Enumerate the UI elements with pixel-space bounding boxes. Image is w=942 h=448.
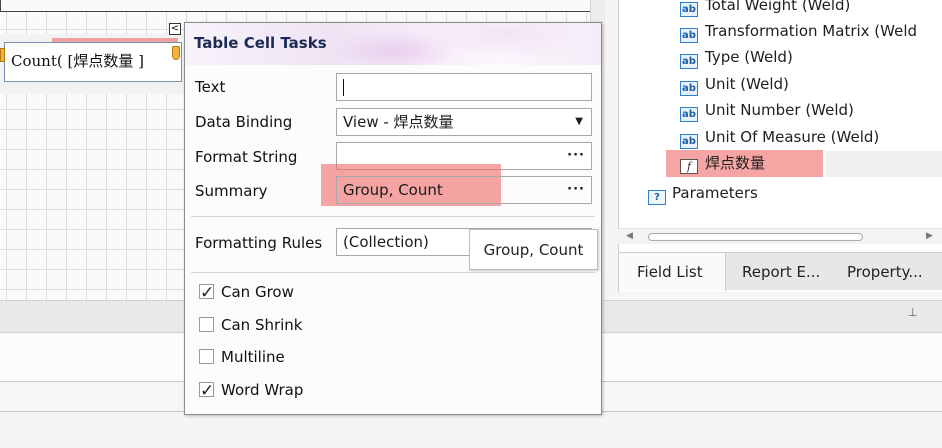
can-grow-checkbox[interactable]: Can Grow: [199, 279, 294, 306]
field-label: Unit Number (Weld): [705, 101, 854, 119]
popup-title: Table Cell Tasks: [194, 34, 327, 52]
text-label: Text: [195, 78, 226, 96]
summary-label: Summary: [195, 182, 268, 200]
text-field-icon: ab: [680, 28, 698, 43]
text-caret: [343, 79, 344, 96]
data-binding-label: Data Binding: [195, 113, 293, 131]
can-shrink-label: Can Shrink: [221, 316, 303, 334]
field-label: Unit (Weld): [705, 75, 789, 93]
text-field-icon: ab: [680, 81, 698, 96]
format-string-label: Format String: [195, 148, 298, 166]
text-field-icon: ab: [680, 107, 698, 122]
parameters-label: Parameters: [672, 184, 758, 202]
calculated-field-item[interactable]: f 焊点数量: [680, 152, 765, 174]
field-label: 焊点数量: [705, 154, 766, 172]
popup-divider: [191, 216, 595, 217]
cell-left-handle[interactable]: [0, 48, 5, 62]
can-shrink-checkbox[interactable]: Can Shrink: [199, 312, 303, 338]
panel-tabs: Field List Report E... Property...: [618, 252, 942, 291]
popup-header: Table Cell Tasks: [185, 23, 601, 65]
word-wrap-checkbox[interactable]: Word Wrap: [199, 377, 304, 404]
scroll-right-icon[interactable]: ▶: [926, 231, 933, 241]
data-binding-dropdown[interactable]: View - 焊点数量 ▼: [336, 108, 592, 136]
summary-value: Group, Count: [343, 181, 443, 199]
summary-field[interactable]: Group, Count ···: [336, 176, 592, 204]
tab-field-list[interactable]: Field List: [618, 253, 726, 291]
header-decoration: [335, 23, 595, 65]
parameters-icon: ?: [648, 190, 666, 205]
field-label: Unit Of Measure (Weld): [705, 128, 880, 146]
formatting-rules-label: Formatting Rules: [195, 234, 323, 252]
tab-property-grid[interactable]: Property...: [847, 253, 942, 291]
field-list-item[interactable]: ab Total Weight (Weld): [680, 0, 851, 17]
text-field-icon: ab: [680, 134, 698, 149]
smart-tag-button[interactable]: <: [169, 23, 181, 35]
data-binding-value: View - 焊点数量: [343, 113, 454, 131]
field-label: Transformation Matrix (Weld: [705, 22, 918, 40]
field-list-item[interactable]: ab Unit Of Measure (Weld): [680, 126, 880, 149]
checkbox-checked-icon[interactable]: [199, 378, 214, 404]
checkbox-unchecked-icon[interactable]: [199, 349, 214, 364]
scroll-left-icon[interactable]: ◀: [626, 231, 633, 241]
multiline-checkbox[interactable]: Multiline: [199, 344, 285, 370]
tree-row-background: [826, 151, 942, 177]
cell-right-handle[interactable]: [172, 46, 180, 60]
text-input[interactable]: [336, 73, 592, 101]
field-label: Type (Weld): [705, 48, 793, 66]
field-list-item[interactable]: ab Type (Weld): [680, 46, 793, 69]
report-band-top: [0, 0, 600, 12]
summary-ellipsis-button[interactable]: ···: [567, 177, 585, 203]
can-grow-label: Can Grow: [221, 283, 294, 301]
field-list-item[interactable]: ab Unit Number (Weld): [680, 99, 854, 122]
text-field-icon: ab: [680, 2, 698, 17]
scroll-thumb[interactable]: [648, 233, 863, 241]
dropdown-arrow-icon[interactable]: ▼: [575, 109, 583, 135]
tab-report-explorer[interactable]: Report E...: [742, 253, 842, 291]
multiline-label: Multiline: [221, 348, 285, 366]
format-string-ellipsis-button[interactable]: ···: [567, 143, 585, 169]
pin-icon[interactable]: ⊥: [908, 306, 918, 319]
table-cell-tasks-popup: Table Cell Tasks Text Data Binding View …: [184, 22, 602, 415]
parameters-node[interactable]: ? Parameters: [648, 182, 758, 205]
text-field-icon: ab: [680, 54, 698, 69]
word-wrap-label: Word Wrap: [221, 381, 304, 399]
checkbox-checked-icon[interactable]: [199, 280, 214, 306]
field-list-hscrollbar[interactable]: ◀ ▶: [618, 228, 942, 244]
field-label: Total Weight (Weld): [705, 0, 851, 14]
checkbox-unchecked-icon[interactable]: [199, 317, 214, 332]
calculated-field-icon: f: [680, 159, 698, 174]
field-list-item[interactable]: ab Transformation Matrix (Weld: [680, 20, 918, 43]
summary-tooltip: Group, Count: [469, 229, 598, 270]
field-list-item[interactable]: ab Unit (Weld): [680, 73, 789, 96]
popup-divider: [191, 272, 595, 273]
table-cell[interactable]: Count( [焊点数量 ]: [4, 42, 182, 82]
formatting-rules-value: (Collection): [343, 233, 429, 251]
table-cell-text: Count( [焊点数量 ]: [11, 52, 144, 70]
